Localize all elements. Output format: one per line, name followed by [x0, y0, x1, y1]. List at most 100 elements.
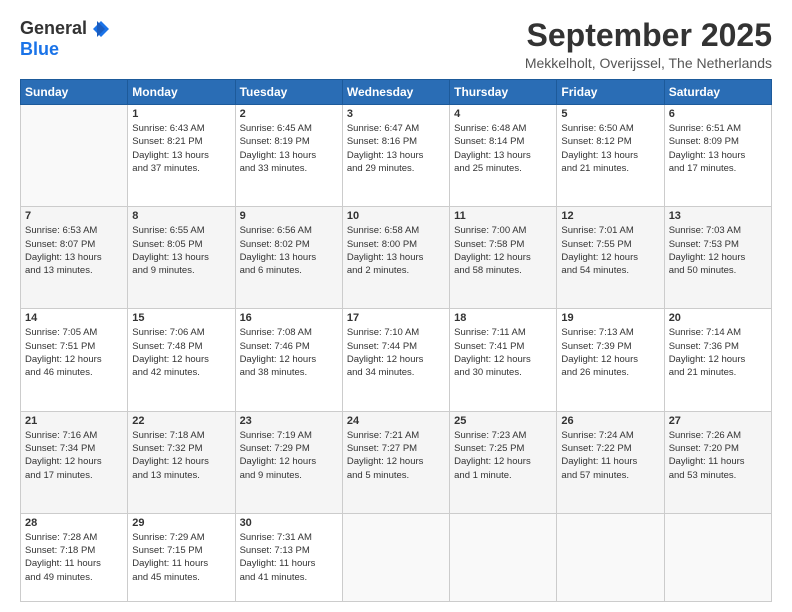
day-info: Sunrise: 7:03 AM Sunset: 7:53 PM Dayligh…	[669, 224, 767, 277]
day-number: 15	[132, 312, 230, 324]
day-number: 23	[240, 415, 338, 427]
day-number: 2	[240, 108, 338, 120]
header-monday: Monday	[128, 80, 235, 105]
day-number: 13	[669, 210, 767, 222]
day-info: Sunrise: 7:01 AM Sunset: 7:55 PM Dayligh…	[561, 224, 659, 277]
day-number: 28	[25, 517, 123, 529]
day-number: 24	[347, 415, 445, 427]
day-info: Sunrise: 7:16 AM Sunset: 7:34 PM Dayligh…	[25, 429, 123, 482]
day-number: 10	[347, 210, 445, 222]
weekday-header-row: Sunday Monday Tuesday Wednesday Thursday…	[21, 80, 772, 105]
calendar-cell: 12Sunrise: 7:01 AM Sunset: 7:55 PM Dayli…	[557, 207, 664, 309]
calendar-cell: 17 Sunrise: 7:10 AM Sunset: 7:44 PM Dayli…	[342, 309, 449, 411]
day-info: Sunrise: 7:06 AM Sunset: 7:48 PM Dayligh…	[132, 326, 230, 379]
day-info: Sunrise: 6:48 AM Sunset: 8:14 PM Dayligh…	[454, 122, 552, 175]
day-number: 11	[454, 210, 552, 222]
day-info: Sunrise: 6:56 AM Sunset: 8:02 PM Dayligh…	[240, 224, 338, 277]
location-subtitle: Mekkelholt, Overijssel, The Netherlands	[525, 55, 772, 71]
logo-blue-text: Blue	[20, 39, 59, 60]
calendar-cell: 18 Sunrise: 7:11 AM Sunset: 7:41 PM Dayli…	[450, 309, 557, 411]
day-info: Sunrise: 7:18 AM Sunset: 7:32 PM Dayligh…	[132, 429, 230, 482]
calendar-cell: 26Sunrise: 7:24 AM Sunset: 7:22 PM Dayli…	[557, 411, 664, 513]
day-info: Sunrise: 7:08 AM Sunset: 7:46 PM Dayligh…	[240, 326, 338, 379]
day-info: Sunrise: 7:13 AM Sunset: 7:39 PM Dayligh…	[561, 326, 659, 379]
calendar-cell: 7 Sunrise: 6:53 AM Sunset: 8:07 PM Daylig…	[21, 207, 128, 309]
calendar-cell: 9Sunrise: 6:56 AM Sunset: 8:02 PM Daylig…	[235, 207, 342, 309]
day-info: Sunrise: 7:11 AM Sunset: 7:41 PM Dayligh…	[454, 326, 552, 379]
calendar-cell	[450, 513, 557, 601]
calendar-cell: 21 Sunrise: 7:16 AM Sunset: 7:34 PM Dayli…	[21, 411, 128, 513]
calendar-cell: 25 Sunrise: 7:23 AM Sunset: 7:25 PM Dayli…	[450, 411, 557, 513]
day-number: 14	[25, 312, 123, 324]
calendar-cell: 23 Sunrise: 7:19 AM Sunset: 7:29 PM Dayli…	[235, 411, 342, 513]
day-info: Sunrise: 6:58 AM Sunset: 8:00 PM Dayligh…	[347, 224, 445, 277]
calendar-cell: 19 Sunrise: 7:13 AM Sunset: 7:39 PM Dayli…	[557, 309, 664, 411]
day-info: Sunrise: 7:26 AM Sunset: 7:20 PM Dayligh…	[669, 429, 767, 482]
day-number: 16	[240, 312, 338, 324]
header-friday: Friday	[557, 80, 664, 105]
day-number: 7	[25, 210, 123, 222]
day-info: Sunrise: 7:24 AM Sunset: 7:22 PM Dayligh…	[561, 429, 659, 482]
calendar-week-row: 7 Sunrise: 6:53 AM Sunset: 8:07 PM Daylig…	[21, 207, 772, 309]
calendar-week-row: 1Sunrise: 6:43 AM Sunset: 8:21 PM Daylig…	[21, 105, 772, 207]
calendar-table: Sunday Monday Tuesday Wednesday Thursday…	[20, 79, 772, 602]
header-wednesday: Wednesday	[342, 80, 449, 105]
calendar-cell: 22Sunrise: 7:18 AM Sunset: 7:32 PM Dayli…	[128, 411, 235, 513]
calendar-cell	[664, 513, 771, 601]
header-thursday: Thursday	[450, 80, 557, 105]
calendar-cell: 6Sunrise: 6:51 AM Sunset: 8:09 PM Daylig…	[664, 105, 771, 207]
day-number: 19	[561, 312, 659, 324]
day-number: 1	[132, 108, 230, 120]
calendar-cell: 14 Sunrise: 7:05 AM Sunset: 7:51 PM Dayli…	[21, 309, 128, 411]
page-header: General Blue September 2025 Mekkelholt, …	[20, 18, 772, 71]
calendar-cell: 27 Sunrise: 7:26 AM Sunset: 7:20 PM Dayli…	[664, 411, 771, 513]
day-info: Sunrise: 6:55 AM Sunset: 8:05 PM Dayligh…	[132, 224, 230, 277]
day-info: Sunrise: 7:31 AM Sunset: 7:13 PM Dayligh…	[240, 531, 338, 584]
calendar-cell: 3Sunrise: 6:47 AM Sunset: 8:16 PM Daylig…	[342, 105, 449, 207]
calendar-cell: 11 Sunrise: 7:00 AM Sunset: 7:58 PM Dayli…	[450, 207, 557, 309]
calendar-cell: 13 Sunrise: 7:03 AM Sunset: 7:53 PM Dayli…	[664, 207, 771, 309]
day-info: Sunrise: 6:47 AM Sunset: 8:16 PM Dayligh…	[347, 122, 445, 175]
calendar-cell: 29 Sunrise: 7:29 AM Sunset: 7:15 PM Dayli…	[128, 513, 235, 601]
logo-icon	[89, 19, 109, 39]
logo-general-text: General	[20, 18, 87, 39]
day-info: Sunrise: 7:29 AM Sunset: 7:15 PM Dayligh…	[132, 531, 230, 584]
day-number: 27	[669, 415, 767, 427]
calendar-week-row: 28Sunrise: 7:28 AM Sunset: 7:18 PM Dayli…	[21, 513, 772, 601]
day-info: Sunrise: 7:21 AM Sunset: 7:27 PM Dayligh…	[347, 429, 445, 482]
day-number: 5	[561, 108, 659, 120]
calendar-cell: 8 Sunrise: 6:55 AM Sunset: 8:05 PM Daylig…	[128, 207, 235, 309]
calendar-cell: 2Sunrise: 6:45 AM Sunset: 8:19 PM Daylig…	[235, 105, 342, 207]
day-number: 20	[669, 312, 767, 324]
calendar-cell: 28Sunrise: 7:28 AM Sunset: 7:18 PM Dayli…	[21, 513, 128, 601]
calendar-cell: 10 Sunrise: 6:58 AM Sunset: 8:00 PM Dayli…	[342, 207, 449, 309]
day-info: Sunrise: 7:19 AM Sunset: 7:29 PM Dayligh…	[240, 429, 338, 482]
day-info: Sunrise: 6:50 AM Sunset: 8:12 PM Dayligh…	[561, 122, 659, 175]
day-number: 29	[132, 517, 230, 529]
logo: General Blue	[20, 18, 109, 60]
calendar-cell: 30Sunrise: 7:31 AM Sunset: 7:13 PM Dayli…	[235, 513, 342, 601]
day-number: 21	[25, 415, 123, 427]
day-number: 17	[347, 312, 445, 324]
calendar-cell	[21, 105, 128, 207]
day-number: 8	[132, 210, 230, 222]
calendar-cell: 16 Sunrise: 7:08 AM Sunset: 7:46 PM Dayli…	[235, 309, 342, 411]
day-info: Sunrise: 7:05 AM Sunset: 7:51 PM Dayligh…	[25, 326, 123, 379]
day-info: Sunrise: 7:23 AM Sunset: 7:25 PM Dayligh…	[454, 429, 552, 482]
day-info: Sunrise: 7:14 AM Sunset: 7:36 PM Dayligh…	[669, 326, 767, 379]
calendar-cell: 24 Sunrise: 7:21 AM Sunset: 7:27 PM Dayli…	[342, 411, 449, 513]
day-info: Sunrise: 7:00 AM Sunset: 7:58 PM Dayligh…	[454, 224, 552, 277]
header-sunday: Sunday	[21, 80, 128, 105]
day-number: 18	[454, 312, 552, 324]
calendar-cell: 15 Sunrise: 7:06 AM Sunset: 7:48 PM Dayli…	[128, 309, 235, 411]
calendar-cell	[557, 513, 664, 601]
day-info: Sunrise: 7:10 AM Sunset: 7:44 PM Dayligh…	[347, 326, 445, 379]
calendar-cell	[342, 513, 449, 601]
day-info: Sunrise: 6:53 AM Sunset: 8:07 PM Dayligh…	[25, 224, 123, 277]
day-number: 6	[669, 108, 767, 120]
header-saturday: Saturday	[664, 80, 771, 105]
calendar-week-row: 14 Sunrise: 7:05 AM Sunset: 7:51 PM Dayli…	[21, 309, 772, 411]
day-number: 4	[454, 108, 552, 120]
day-number: 25	[454, 415, 552, 427]
calendar-cell: 1Sunrise: 6:43 AM Sunset: 8:21 PM Daylig…	[128, 105, 235, 207]
